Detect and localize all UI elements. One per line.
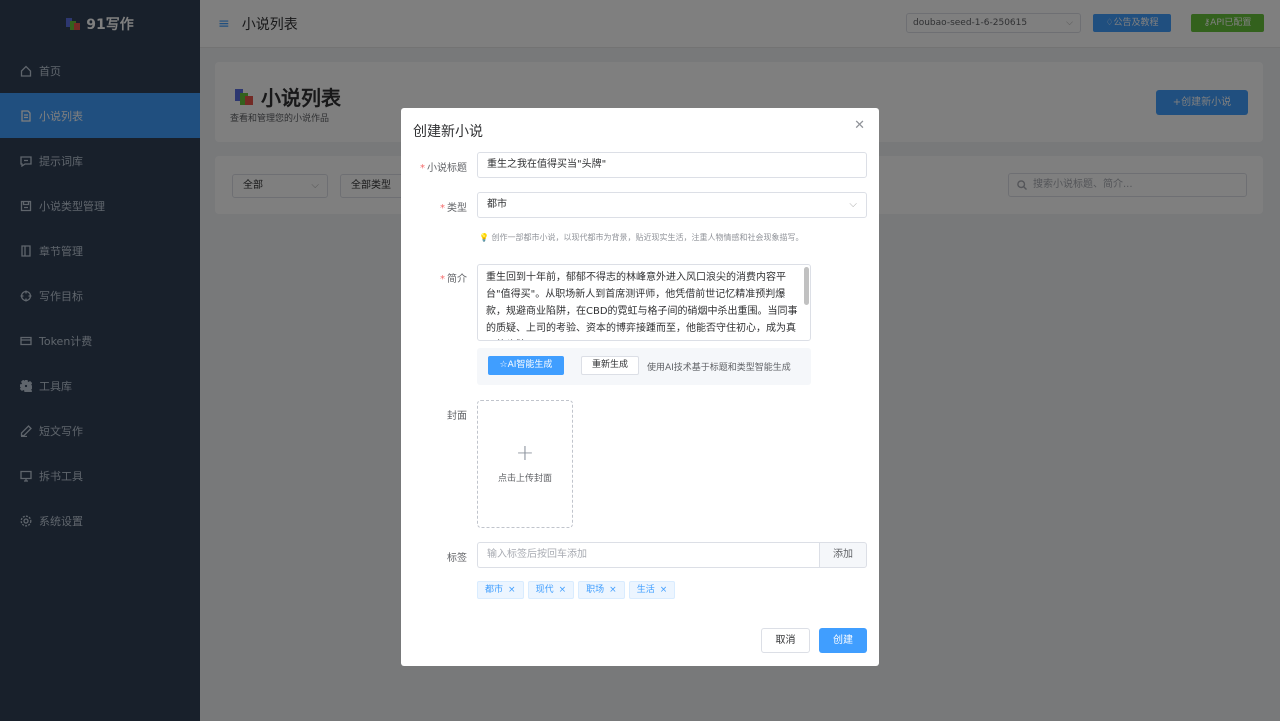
ai-generate-button[interactable]: ☆AI智能生成: [488, 356, 564, 375]
ai-generate-panel: ☆AI智能生成 重新生成 使用AI技术基于标题和类型智能生成: [477, 348, 811, 385]
plus-icon: +: [515, 441, 535, 466]
regenerate-button[interactable]: 重新生成: [581, 356, 639, 375]
cover-label: 封面: [447, 411, 467, 422]
intro-label: * 简介: [440, 274, 467, 285]
add-tag-button[interactable]: 添加: [819, 542, 867, 568]
tag-close-icon[interactable]: ×: [660, 585, 668, 595]
tag-close-icon[interactable]: ×: [609, 585, 617, 595]
create-button[interactable]: 创建: [819, 628, 867, 653]
tag-close-icon[interactable]: ×: [559, 585, 567, 595]
tag-item: 生活 ×: [628, 581, 676, 599]
tag-item: 现代 ×: [527, 581, 575, 599]
tag-input[interactable]: 输入标签后按回车添加: [477, 542, 819, 568]
close-icon[interactable]: ✕: [854, 118, 865, 133]
ai-hint: 使用AI技术基于标题和类型智能生成: [647, 363, 791, 373]
tag-item: 都市 ×: [477, 581, 524, 599]
create-novel-dialog: 创建新小说 ✕ * 小说标题 重生之我在值得买当"头牌" * 类型 都市 ⌵ 💡 创…: [401, 108, 879, 666]
novel-title-input[interactable]: 重生之我在值得买当"头牌": [477, 152, 867, 178]
type-label: * 类型: [440, 203, 467, 214]
novel-intro-textarea[interactable]: 重生回到十年前，郁郁不得志的林峰意外进入风口浪尖的消费内容平台"值得买"。从职场…: [477, 264, 811, 341]
title-label: * 小说标题: [420, 163, 467, 174]
cover-upload-text: 点击上传封面: [497, 474, 552, 484]
dialog-title: 创建新小说: [413, 124, 483, 140]
cancel-button[interactable]: 取消: [761, 628, 810, 653]
star-icon: ☆: [499, 360, 508, 370]
type-tip: 💡 创作一部都市小说，以现代都市为背景，贴近现实生活，注重人物情感和社会现象描写…: [479, 233, 804, 242]
chevron-down-icon: ⌵: [849, 199, 857, 210]
lightbulb-icon: 💡: [479, 233, 489, 242]
tags-label: 标签: [447, 553, 467, 564]
tag-close-icon[interactable]: ×: [508, 585, 516, 595]
tag-list: 都市 × 现代 × 职场 × 生活 ×: [477, 581, 676, 599]
novel-type-select[interactable]: 都市 ⌵: [477, 192, 867, 218]
tag-item: 职场 ×: [578, 581, 625, 599]
cover-upload[interactable]: + 点击上传封面: [477, 400, 573, 528]
textarea-scrollbar[interactable]: [804, 267, 809, 305]
